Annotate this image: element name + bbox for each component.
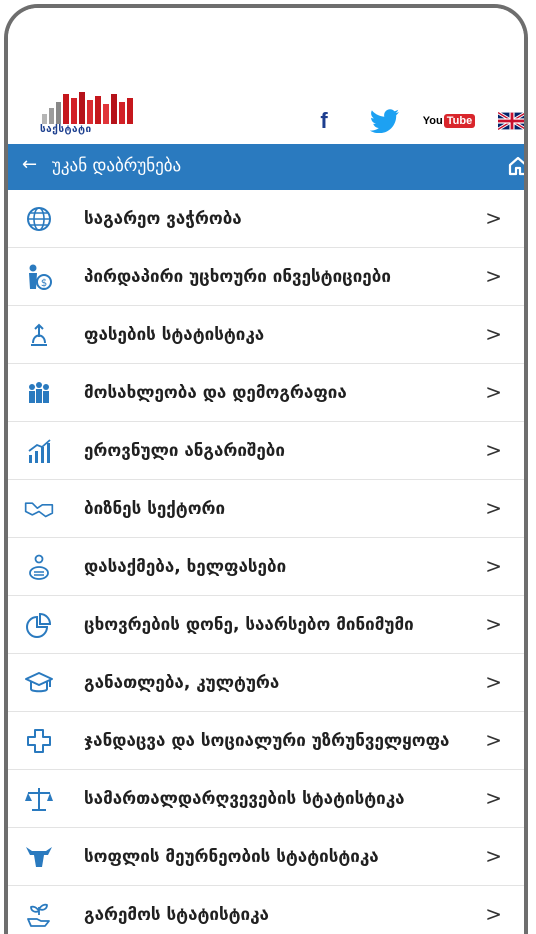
chevron-right-icon: >: [485, 438, 502, 462]
item-label: სამართალდარღვევების სტატისტიკა: [84, 788, 405, 809]
list-item[interactable]: ჯანდაცვა და სოციალური უზრუნველყოფა >: [8, 712, 524, 770]
list-item[interactable]: გარემოს სტატისტიკა >: [8, 886, 524, 934]
pie-chart-icon: [24, 610, 54, 640]
price-tag-icon: [24, 320, 54, 350]
chevron-right-icon: >: [485, 496, 502, 520]
plant-hand-icon: [24, 900, 54, 930]
list-item[interactable]: საგარეო ვაჭრობა >: [8, 190, 524, 248]
item-label: საგარეო ვაჭრობა: [84, 208, 242, 229]
employment-icon: [24, 552, 54, 582]
list-item[interactable]: სოფლის მეურნეობის სტატისტიკა >: [8, 828, 524, 886]
chevron-right-icon: >: [485, 206, 502, 230]
investor-money-icon: $: [24, 262, 54, 292]
chevron-right-icon: >: [485, 728, 502, 752]
chevron-right-icon: >: [485, 786, 502, 810]
scales-icon: [24, 784, 54, 814]
growth-chart-icon: [24, 436, 54, 466]
list-item[interactable]: ეროვნული ანგარიშები >: [8, 422, 524, 480]
globe-dollar-icon: [24, 204, 54, 234]
facebook-icon[interactable]: f: [314, 108, 334, 134]
item-label: ფასების სტატისტიკა: [84, 324, 265, 345]
back-arrow-icon[interactable]: ←: [22, 154, 37, 175]
logo-bars-icon: [42, 92, 133, 124]
youtube-tube-text: Tube: [443, 114, 476, 128]
app-frame: საქსტატი f You Tube ← უკან დაბრუნება საგ…: [4, 4, 528, 934]
graduation-cap-icon: [24, 668, 54, 698]
population-icon: [24, 378, 54, 408]
chevron-right-icon: >: [485, 322, 502, 346]
item-label: გარემოს სტატისტიკა: [84, 904, 269, 925]
list-item[interactable]: დასაქმება, ხელფასები >: [8, 538, 524, 596]
item-label: ცხოვრების დონე, საარსებო მინიმუმი: [84, 614, 414, 635]
back-navigation-bar[interactable]: ← უკან დაბრუნება: [8, 144, 524, 190]
item-label: სოფლის მეურნეობის სტატისტიკა: [84, 846, 379, 867]
handshake-icon: [24, 494, 54, 524]
svg-text:$: $: [41, 278, 47, 289]
list-item[interactable]: ცხოვრების დონე, საარსებო მინიმუმი >: [8, 596, 524, 654]
back-label[interactable]: უკან დაბრუნება: [52, 156, 181, 176]
list-item[interactable]: ბიზნეს სექტორი >: [8, 480, 524, 538]
logo-text: საქსტატი: [40, 124, 92, 135]
medical-cross-icon: [24, 726, 54, 756]
chevron-right-icon: >: [485, 902, 502, 926]
item-label: ბიზნეს სექტორი: [84, 498, 226, 519]
item-label: პირდაპირი უცხოური ინვესტიციები: [84, 266, 391, 287]
list-item[interactable]: სამართალდარღვევების სტატისტიკა >: [8, 770, 524, 828]
chevron-right-icon: >: [485, 380, 502, 404]
home-icon[interactable]: [508, 156, 528, 176]
cow-icon: [24, 842, 54, 872]
geostat-logo[interactable]: საქსტატი: [38, 88, 138, 140]
chevron-right-icon: >: [485, 670, 502, 694]
list-item[interactable]: $ პირდაპირი უცხოური ინვესტიციები >: [8, 248, 524, 306]
item-label: განათლება, კულტურა: [84, 672, 280, 693]
item-label: მოსახლეობა და დემოგრაფია: [84, 382, 347, 403]
item-label: დასაქმება, ხელფასები: [84, 556, 287, 577]
chevron-right-icon: >: [485, 264, 502, 288]
youtube-icon[interactable]: You Tube: [418, 108, 480, 134]
chevron-right-icon: >: [485, 612, 502, 636]
list-item[interactable]: ფასების სტატისტიკა >: [8, 306, 524, 364]
list-item[interactable]: განათლება, კულტურა >: [8, 654, 524, 712]
twitter-icon[interactable]: [368, 108, 402, 134]
category-list: საგარეო ვაჭრობა > $ პირდაპირი უცხოური ინ…: [8, 190, 524, 934]
chevron-right-icon: >: [485, 554, 502, 578]
item-label: ჯანდაცვა და სოციალური უზრუნველყოფა: [84, 730, 450, 751]
list-item[interactable]: მოსახლეობა და დემოგრაფია >: [8, 364, 524, 422]
header: საქსტატი f You Tube: [8, 8, 524, 144]
item-label: ეროვნული ანგარიშები: [84, 440, 285, 461]
english-language-flag-icon[interactable]: [498, 108, 524, 134]
chevron-right-icon: >: [485, 844, 502, 868]
youtube-you-text: You: [422, 115, 443, 127]
